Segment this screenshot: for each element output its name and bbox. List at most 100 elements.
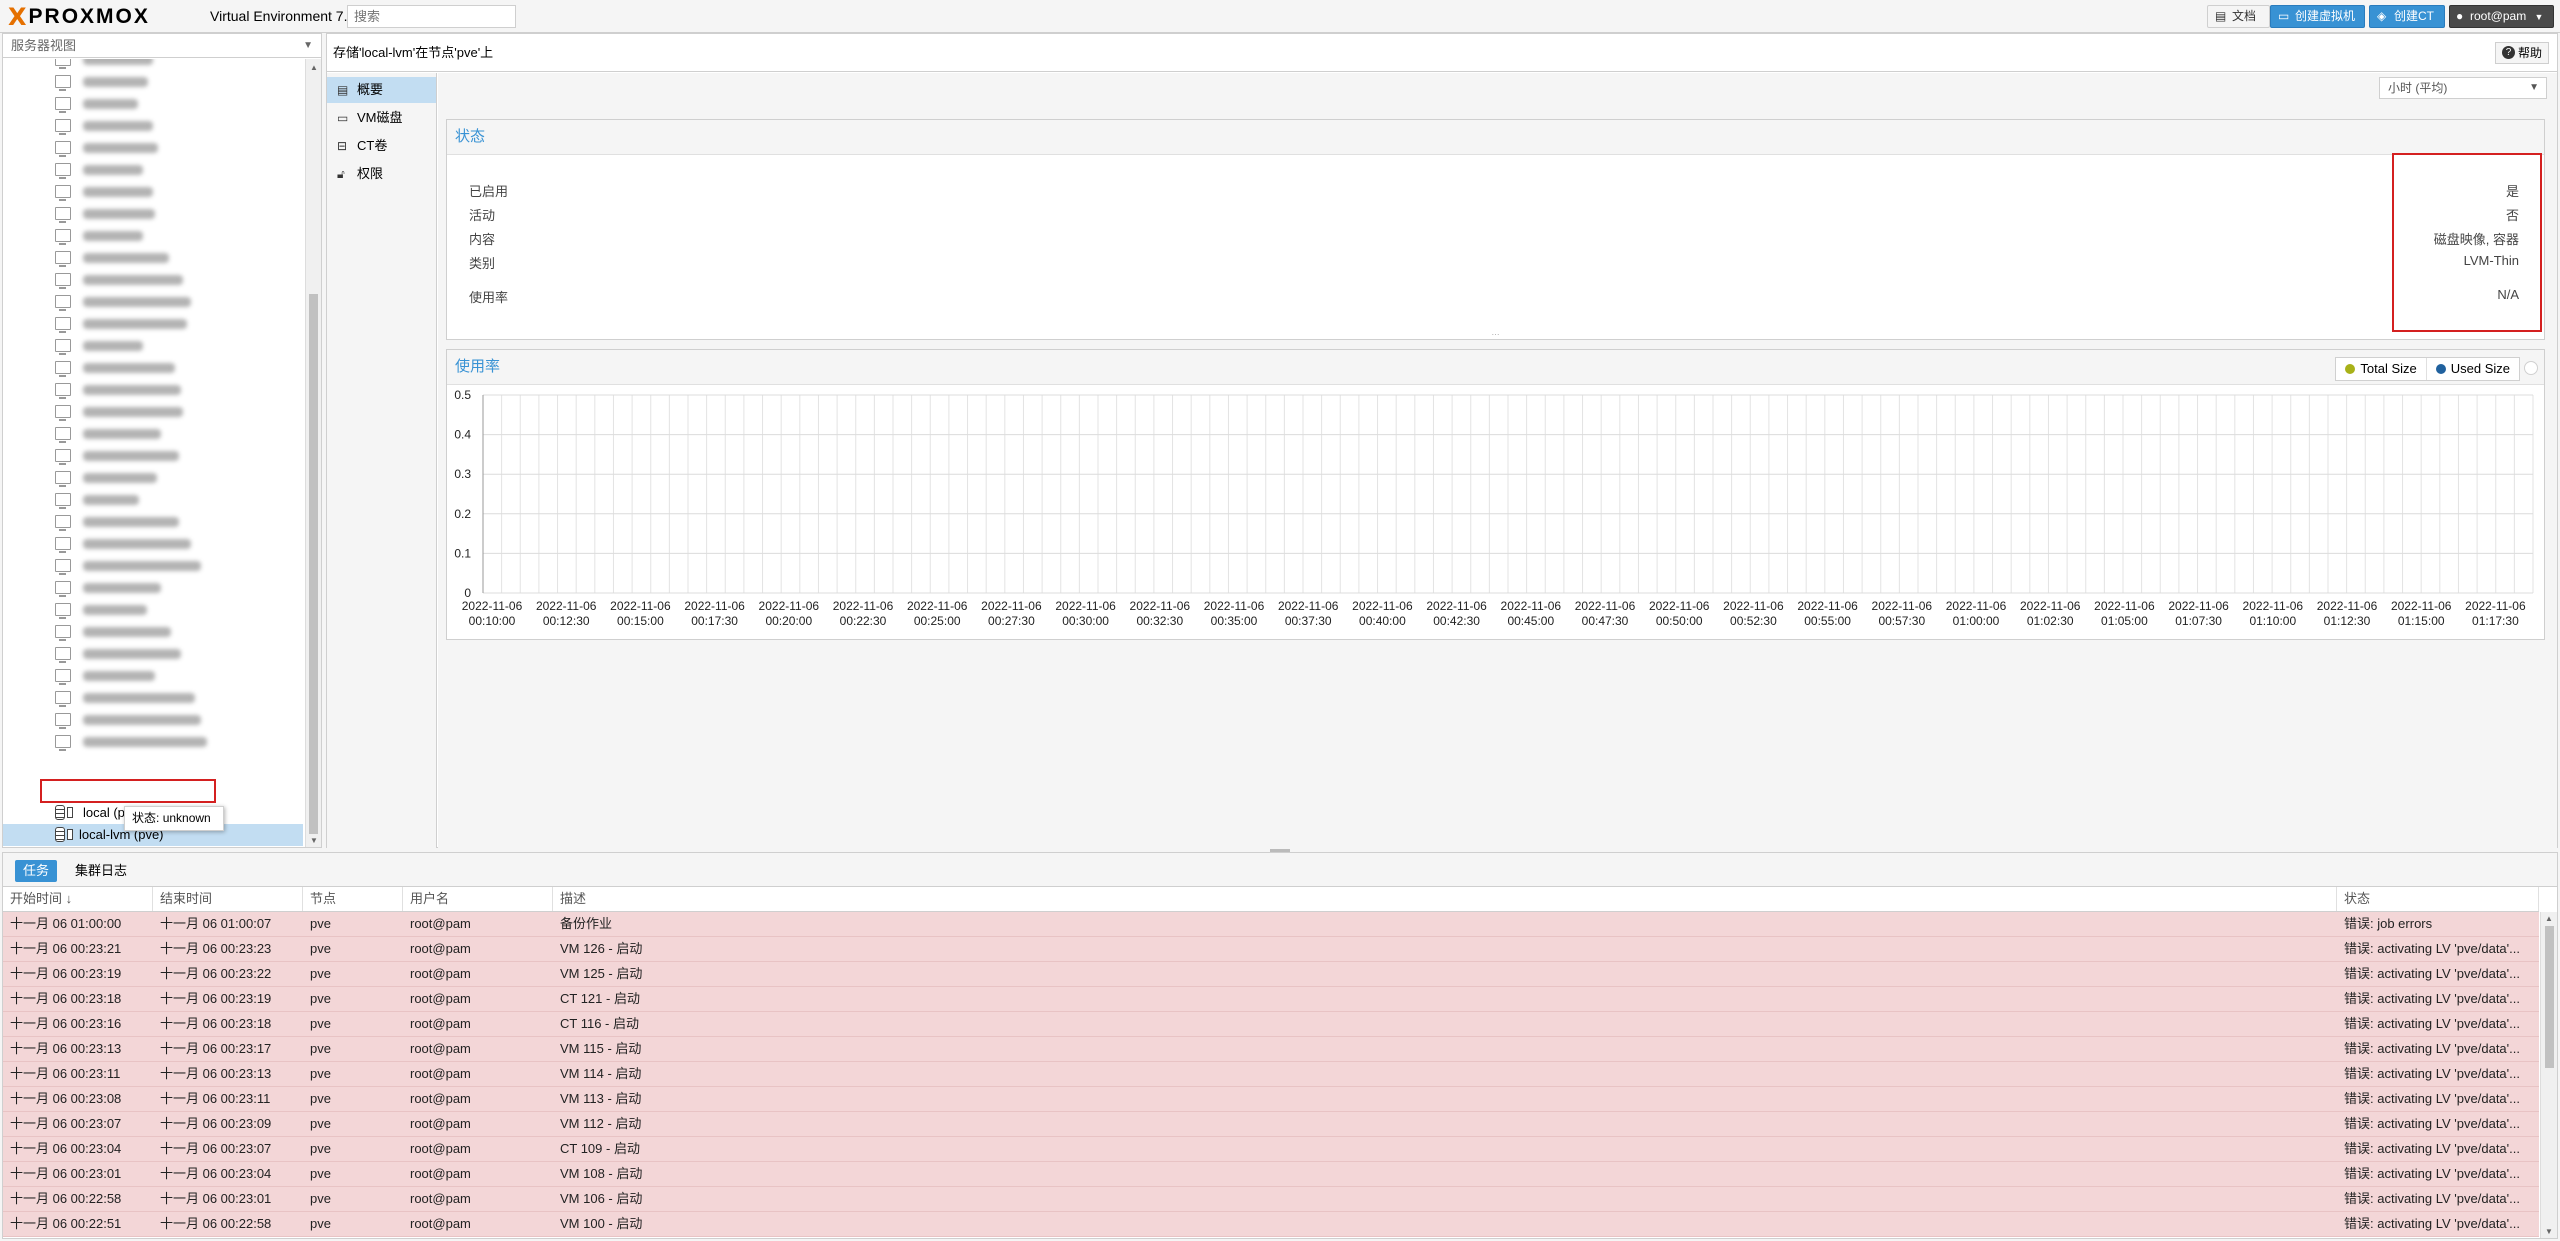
x-tick-label-date: 2022-11-06 bbox=[1575, 599, 1636, 613]
tree-item-guest[interactable] bbox=[3, 533, 303, 555]
y-tick-label: 0.5 bbox=[454, 388, 471, 402]
table-cell-user: root@pam bbox=[410, 966, 471, 981]
tree-item-guest[interactable] bbox=[3, 621, 303, 643]
scroll-down-arrow-icon[interactable]: ▼ bbox=[310, 836, 318, 845]
status-key: 使用率 bbox=[469, 290, 509, 305]
create-vm-button[interactable]: ▭ 创建虚拟机 bbox=[2270, 5, 2365, 28]
table-row[interactable]: 十一月 06 00:23:19 十一月 06 00:23:22 pve root@pa… bbox=[3, 962, 2539, 987]
x-tick-label-time: 00:32:30 bbox=[1136, 614, 1183, 628]
user-menu-button[interactable]: ● root@pam ▼ bbox=[2449, 5, 2554, 28]
tree-item-guest[interactable] bbox=[3, 489, 303, 511]
monitor-icon bbox=[55, 207, 71, 223]
table-row[interactable]: 十一月 06 00:23:04 十一月 06 00:23:07 pve root@pa… bbox=[3, 1137, 2539, 1162]
tooltip-value: unknown bbox=[162, 811, 211, 825]
column-header[interactable]: 描述 bbox=[553, 887, 2337, 911]
column-header[interactable]: 用户名 bbox=[403, 887, 553, 911]
task-grid-scrollbar-thumb[interactable] bbox=[2545, 926, 2554, 1068]
tree-item-guest[interactable] bbox=[3, 599, 303, 621]
chart-reset-icon[interactable] bbox=[2524, 361, 2538, 375]
scroll-down-arrow-icon[interactable]: ▼ bbox=[2545, 1227, 2553, 1236]
table-row[interactable]: 十一月 06 00:22:58 十一月 06 00:23:01 pve root@pa… bbox=[3, 1187, 2539, 1212]
tree-item-guest[interactable] bbox=[3, 115, 303, 137]
monitor-icon bbox=[55, 581, 71, 597]
tree-item-guest[interactable] bbox=[3, 643, 303, 665]
create-ct-label: 创建CT bbox=[2394, 9, 2434, 23]
tree-item-guest[interactable] bbox=[3, 467, 303, 489]
legend-item-used[interactable]: Used Size bbox=[2427, 358, 2519, 380]
tree-item-guest[interactable] bbox=[3, 269, 303, 291]
tree-item-guest[interactable] bbox=[3, 313, 303, 335]
nav-summary[interactable]: ▤ 概要 bbox=[327, 77, 436, 103]
tab-cluster-log[interactable]: 集群日志 bbox=[67, 860, 135, 882]
view-selector[interactable]: 服务器视图 ▼ bbox=[3, 34, 321, 58]
table-row[interactable]: 十一月 06 00:23:16 十一月 06 00:23:18 pve root@pa… bbox=[3, 1012, 2539, 1037]
tree-item-guest[interactable] bbox=[3, 401, 303, 423]
monitor-icon: ▭ bbox=[2278, 9, 2290, 23]
tree-item-guest[interactable] bbox=[3, 423, 303, 445]
tree-item-guest[interactable] bbox=[3, 335, 303, 357]
table-row[interactable]: 十一月 06 00:22:51 十一月 06 00:22:58 pve root@pa… bbox=[3, 1212, 2539, 1237]
tree-item-guest[interactable] bbox=[3, 225, 303, 247]
column-header[interactable]: 状态 bbox=[2337, 887, 2539, 911]
scroll-up-arrow-icon[interactable]: ▲ bbox=[2545, 914, 2553, 923]
tree-item-guest[interactable] bbox=[3, 181, 303, 203]
tree-item-guest[interactable] bbox=[3, 731, 303, 753]
tree-scrollbar-thumb[interactable] bbox=[309, 294, 318, 834]
help-button[interactable]: ? 帮助 bbox=[2495, 42, 2549, 64]
proxmox-logo[interactable]: X PROXMOX bbox=[8, 4, 150, 30]
tree-item-guest[interactable] bbox=[3, 59, 303, 71]
x-tick-label-time: 00:52:30 bbox=[1730, 614, 1777, 628]
table-cell-node: pve bbox=[310, 966, 331, 981]
tree-item-guest[interactable] bbox=[3, 159, 303, 181]
tree-item-guest[interactable] bbox=[3, 247, 303, 269]
table-row[interactable]: 十一月 06 01:00:00 十一月 06 01:00:07 pve root@pa… bbox=[3, 912, 2539, 937]
table-row[interactable]: 十一月 06 00:23:11 十一月 06 00:23:13 pve root@pa… bbox=[3, 1062, 2539, 1087]
task-grid-scrollbar[interactable]: ▲ ▼ bbox=[2540, 912, 2557, 1238]
nav-permissions[interactable]: 🔓︎ 权限 bbox=[327, 161, 436, 187]
table-cell-desc: VM 125 - 启动 bbox=[560, 966, 643, 981]
tab-tasks[interactable]: 任务 bbox=[15, 860, 58, 882]
tree-item-storage[interactable]: pbs-1 (pve) bbox=[3, 846, 303, 847]
tree-item-guest[interactable] bbox=[3, 93, 303, 115]
tree-item-guest[interactable] bbox=[3, 577, 303, 599]
column-header[interactable]: 节点 bbox=[303, 887, 403, 911]
hdd-icon: ▭ bbox=[337, 111, 349, 125]
table-row[interactable]: 十一月 06 00:23:18 十一月 06 00:23:19 pve root@pa… bbox=[3, 987, 2539, 1012]
table-row[interactable]: 十一月 06 00:23:13 十一月 06 00:23:17 pve root@pa… bbox=[3, 1037, 2539, 1062]
tree-item-guest[interactable] bbox=[3, 665, 303, 687]
tree-item-guest[interactable] bbox=[3, 709, 303, 731]
docs-button[interactable]: ▤ 文档 bbox=[2207, 5, 2270, 28]
tree-item-guest[interactable] bbox=[3, 555, 303, 577]
tree-item-guest[interactable] bbox=[3, 71, 303, 93]
legend-item-total[interactable]: Total Size bbox=[2336, 358, 2427, 380]
tree-item-guest[interactable] bbox=[3, 137, 303, 159]
table-row[interactable]: 十一月 06 00:23:21 十一月 06 00:23:23 pve root@pa… bbox=[3, 937, 2539, 962]
timeframe-select[interactable]: 小时 (平均) ▼ bbox=[2379, 77, 2547, 99]
column-header[interactable]: 结束时间 bbox=[153, 887, 303, 911]
scroll-up-arrow-icon[interactable]: ▲ bbox=[310, 63, 318, 72]
nav-ct-volumes[interactable]: ⊟ CT卷 bbox=[327, 133, 436, 159]
create-ct-button[interactable]: ◈ 创建CT bbox=[2369, 5, 2445, 28]
column-header[interactable]: 开始时间 ↓ bbox=[3, 887, 153, 911]
x-tick-label-time: 00:42:30 bbox=[1433, 614, 1480, 628]
tree-item-guest[interactable] bbox=[3, 357, 303, 379]
monitor-icon bbox=[55, 405, 71, 421]
search-input[interactable] bbox=[347, 5, 516, 28]
tree-item-guest[interactable] bbox=[3, 687, 303, 709]
table-cell-node: pve bbox=[310, 991, 331, 1006]
table-row[interactable]: 十一月 06 00:23:01 十一月 06 00:23:04 pve root@pa… bbox=[3, 1162, 2539, 1187]
tree-item-guest[interactable] bbox=[3, 445, 303, 467]
table-row[interactable]: 十一月 06 00:23:08 十一月 06 00:23:11 pve root@pa… bbox=[3, 1087, 2539, 1112]
tree-scrollbar[interactable]: ▲ ▼ bbox=[305, 59, 321, 847]
table-row[interactable]: 十一月 06 00:23:07 十一月 06 00:23:09 pve root@pa… bbox=[3, 1112, 2539, 1137]
x-tick-label-date: 2022-11-06 bbox=[1204, 599, 1265, 613]
tree-item-guest[interactable] bbox=[3, 511, 303, 533]
cube-icon: ◈ bbox=[2377, 9, 2387, 23]
x-tick-label-time: 01:10:00 bbox=[2249, 614, 2296, 628]
tree-item-guest[interactable] bbox=[3, 291, 303, 313]
status-key: 类别 bbox=[469, 256, 496, 271]
tree-item-guest[interactable] bbox=[3, 203, 303, 225]
storage-subnav: ▤ 概要 ▭ VM磁盘 ⊟ CT卷 🔓︎ 权限 bbox=[327, 73, 437, 848]
tree-item-guest[interactable] bbox=[3, 379, 303, 401]
nav-vm-disks[interactable]: ▭ VM磁盘 bbox=[327, 105, 436, 131]
